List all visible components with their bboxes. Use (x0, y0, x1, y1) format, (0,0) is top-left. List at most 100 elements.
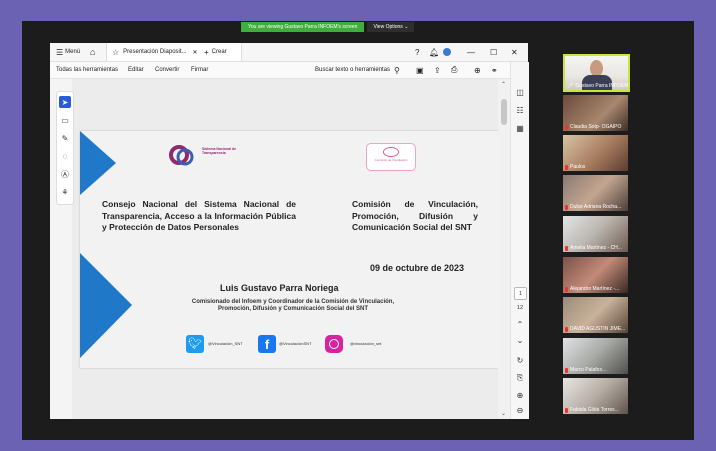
top-triangle (80, 131, 116, 195)
participant-name-label: Fabiola Gilda Torres... (565, 407, 619, 413)
upload-icon[interactable]: ⇪ (434, 62, 441, 78)
minimize-icon[interactable]: — (467, 43, 475, 61)
bottom-triangle (80, 253, 132, 358)
comments-panel-icon[interactable]: ☷ (514, 104, 526, 116)
participant-name: Amelia Martínez - CH... (570, 245, 622, 251)
maximize-icon[interactable]: ☐ (490, 43, 497, 61)
menu-item-convert[interactable]: Convertir (155, 62, 179, 78)
muted-mic-icon (565, 286, 568, 292)
participant-name-label: Marco Palafox... (565, 367, 606, 373)
muted-mic-icon (565, 326, 568, 332)
facebook-handle: @VinculaciónSNT (279, 341, 312, 346)
muted-mic-icon (565, 124, 568, 130)
page-settings-icon[interactable]: ⎘ (514, 372, 526, 384)
scroll-thumb[interactable] (501, 99, 507, 125)
share-banner: You are viewing Gustavo Parra INFOEM's s… (241, 22, 415, 32)
participant-name-label: Claudia Sotp- OGAIPO (565, 124, 621, 130)
new-tab-button[interactable]: + Crear (204, 43, 227, 61)
view-options-label: View Options (373, 24, 403, 30)
close-tab-icon[interactable]: ✕ (193, 49, 198, 56)
muted-mic-icon (565, 164, 568, 170)
text-box-icon[interactable]: Ⓐ (59, 168, 71, 180)
participant-name: Fabiola Gilda Torres... (570, 407, 619, 413)
badge-emblem-icon (383, 147, 399, 157)
next-page-icon[interactable]: ⌄ (514, 334, 526, 346)
menu-item-label: Todas las herramientas (56, 67, 119, 73)
search-tools[interactable]: Buscar texto o herramientas ⚲ (315, 62, 400, 78)
participant-name-label: 🎤︎ Gustavo Parra INFOEM (567, 83, 628, 89)
instagram-icon (325, 335, 343, 353)
menu-item-label: Firmar (191, 67, 209, 73)
page-total: 12 (516, 305, 524, 311)
plus-icon: + (204, 47, 209, 57)
participant-tile[interactable]: Claudia Sotp- OGAIPO (563, 95, 628, 131)
participant-name-label: Dulce Adriana Rocha... (565, 204, 621, 210)
participant-name-label: Amelia Martínez - CH... (565, 245, 622, 251)
menu-item-edit[interactable]: Editar (128, 62, 144, 78)
twitter-icon: 🐦︎ (186, 335, 204, 353)
menu-item-label: Editar (128, 67, 144, 73)
participant-name: Gustavo Parra INFOEM (575, 83, 629, 89)
participant-name: Alejandro Martínez -... (570, 286, 620, 292)
participant-tile[interactable]: Marco Palafox... (563, 338, 628, 374)
refresh-icon[interactable]: ↻ (514, 354, 526, 366)
participant-tile[interactable]: Fabiola Gilda Torres... (563, 378, 628, 414)
hamburger-icon: ☰ (56, 47, 64, 57)
microphone-icon: 🎤︎ (567, 83, 574, 89)
menu-button[interactable]: ☰ Menú (56, 43, 80, 61)
participant-name: Paulos (570, 164, 586, 170)
participant-tile[interactable]: Dulce Adriana Rocha... (563, 175, 628, 211)
pen-icon[interactable]: ✎ (59, 132, 71, 144)
muted-mic-icon (565, 245, 568, 251)
right-toolbar: ◫ ☷ ▦ 1 12 ⌃ ⌄ ↻ ⎘ ⊕ ⊖ (510, 62, 529, 419)
zoom-out-icon[interactable]: ⊖ (514, 404, 526, 416)
participant-tile[interactable]: Alejandro Martínez -... (563, 257, 628, 293)
participant-tile[interactable]: Amelia Martínez - CH... (563, 216, 628, 252)
muted-mic-icon (565, 204, 568, 210)
muted-mic-icon (565, 407, 568, 413)
bell-icon[interactable]: 🔔︎ (429, 43, 439, 61)
participant-name-label: Paulos (565, 164, 585, 170)
previous-page-icon[interactable]: ⌃ (514, 318, 526, 330)
participant-name-label: Alejandro Martínez -... (565, 286, 619, 292)
thumbnails-icon[interactable]: ▦ (514, 122, 526, 134)
participant-name-label: DAVID AGUSTIN JIME... (565, 326, 625, 332)
participant-tile[interactable]: DAVID AGUSTIN JIME... (563, 297, 628, 333)
home-icon[interactable]: ⌂ (90, 43, 95, 61)
print-icon[interactable]: ⎙ (451, 62, 457, 78)
participant-name: Claudia Sotp- OGAIPO (570, 124, 622, 130)
menu-item-sign[interactable]: Firmar (191, 62, 208, 78)
link-icon[interactable]: ⚭ (491, 62, 498, 78)
ai-assistant-icon[interactable]: ◫ (514, 86, 526, 98)
right-title: Comisión de Vinculación, Promoción, Difu… (352, 199, 478, 232)
new-tab-label: Crear (211, 49, 227, 55)
muted-mic-icon (565, 367, 568, 373)
stamp-icon[interactable]: ⚘ (59, 186, 71, 198)
lasso-icon[interactable]: ◌ (59, 150, 71, 162)
view-options-button[interactable]: View Options ⌄ (367, 22, 415, 32)
close-window-icon[interactable]: ✕ (511, 43, 518, 61)
participant-tile[interactable]: Paulos (563, 135, 628, 171)
avatar[interactable] (443, 43, 451, 61)
page-number-field[interactable]: 1 (514, 287, 527, 300)
star-icon[interactable]: ☆ (112, 48, 119, 57)
cursor-icon[interactable]: ➤ (59, 96, 71, 108)
scroll-up-icon[interactable]: ⌃ (501, 81, 506, 88)
facebook-icon: f (258, 335, 276, 353)
search-icon: ⚲ (394, 65, 400, 75)
menu-item-label: Convertir (155, 67, 180, 73)
zoom-search-icon[interactable]: ⊕ (474, 62, 481, 78)
help-icon[interactable]: ? (415, 43, 419, 61)
participant-tile[interactable]: 🎤︎ Gustavo Parra INFOEM (563, 54, 630, 92)
comment-icon[interactable]: ▭ (59, 114, 71, 126)
speaker-role: Comisionado del Infoem y Coordinador de … (191, 299, 395, 312)
tool-rail: ➤ ▭ ✎ ◌ Ⓐ ⚘ (56, 91, 74, 205)
vertical-scrollbar[interactable]: ⌃ ⌄ (498, 79, 510, 419)
zoom-in-icon[interactable]: ⊕ (514, 389, 526, 401)
scroll-down-icon[interactable]: ⌄ (501, 410, 506, 417)
save-icon[interactable]: ▣ (416, 62, 424, 78)
slide-decoration (80, 131, 132, 358)
twitter-handle: @Vinculación_SNT (208, 341, 243, 346)
tab-title: Presentación Diaposit... (123, 49, 187, 55)
menu-item-all-tools[interactable]: Todas las herramientas (56, 62, 118, 78)
